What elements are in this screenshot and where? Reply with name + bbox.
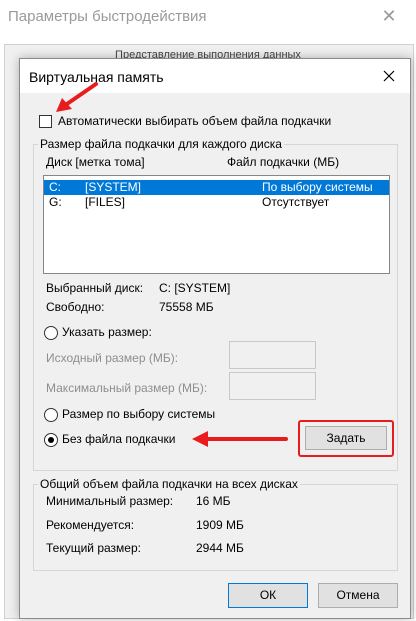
no-paging-radio[interactable] <box>44 433 58 447</box>
max-size-input[interactable] <box>229 372 316 400</box>
ok-button[interactable]: ОК <box>228 583 308 608</box>
red-arrow-icon <box>192 431 288 447</box>
totals-group-legend: Общий объем файла подкачки на всех диска… <box>38 477 300 491</box>
background-close-icon[interactable]: ✕ <box>379 6 399 26</box>
list-item[interactable]: C: [SYSTEM] По выбору системы <box>44 180 389 195</box>
set-button[interactable]: Задать <box>305 426 387 450</box>
selected-drive-value: C: [SYSTEM] <box>159 281 231 295</box>
auto-manage-checkbox[interactable] <box>39 115 52 128</box>
auto-manage-label[interactable]: Автоматически выбирать объем файла подка… <box>58 114 331 128</box>
initial-size-label: Исходный размер (МБ): <box>46 351 179 365</box>
col-header-paging: Файл подкачки (МБ) <box>227 155 340 169</box>
drive-letter: G: <box>49 195 62 209</box>
custom-size-label[interactable]: Указать размер: <box>62 325 152 339</box>
drive-paging: По выбору системы <box>262 180 373 194</box>
col-header-drive: Диск [метка тома] <box>46 155 145 169</box>
per-drive-group-legend: Размер файла подкачки для каждого диска <box>38 137 284 151</box>
red-arrow-icon <box>56 82 98 112</box>
drives-listbox[interactable]: C: [SYSTEM] По выбору системы G: [FILES]… <box>43 175 390 274</box>
drive-letter: C: <box>49 180 61 194</box>
background-window-title: Параметры быстродействия <box>8 8 207 25</box>
system-managed-radio[interactable] <box>44 408 58 422</box>
drive-label: [SYSTEM] <box>85 180 142 194</box>
system-managed-label[interactable]: Размер по выбору системы <box>62 407 215 421</box>
current-size-value: 2944 МБ <box>196 541 244 555</box>
custom-size-radio[interactable] <box>44 326 58 340</box>
min-size-label: Минимальный размер: <box>46 494 174 508</box>
cancel-button[interactable]: Отмена <box>318 583 398 608</box>
free-space-value: 75558 МБ <box>159 300 214 314</box>
selected-drive-label: Выбранный диск: <box>46 281 144 295</box>
close-icon[interactable] <box>376 64 402 88</box>
current-size-label: Текущий размер: <box>46 541 141 555</box>
drive-paging: Отсутствует <box>262 195 330 209</box>
drive-label: [FILES] <box>85 195 126 209</box>
max-size-label: Максимальный размер (МБ): <box>46 381 208 395</box>
virtual-memory-dialog: Виртуальная память Автоматически выбират… <box>19 58 411 619</box>
no-paging-label[interactable]: Без файла подкачки <box>62 432 175 446</box>
min-size-value: 16 МБ <box>196 494 231 508</box>
list-item[interactable]: G: [FILES] Отсутствует <box>44 195 389 210</box>
recommended-value: 1909 МБ <box>196 518 244 532</box>
free-space-label: Свободно: <box>46 300 105 314</box>
initial-size-input[interactable] <box>229 341 316 369</box>
recommended-label: Рекомендуется: <box>46 518 135 532</box>
